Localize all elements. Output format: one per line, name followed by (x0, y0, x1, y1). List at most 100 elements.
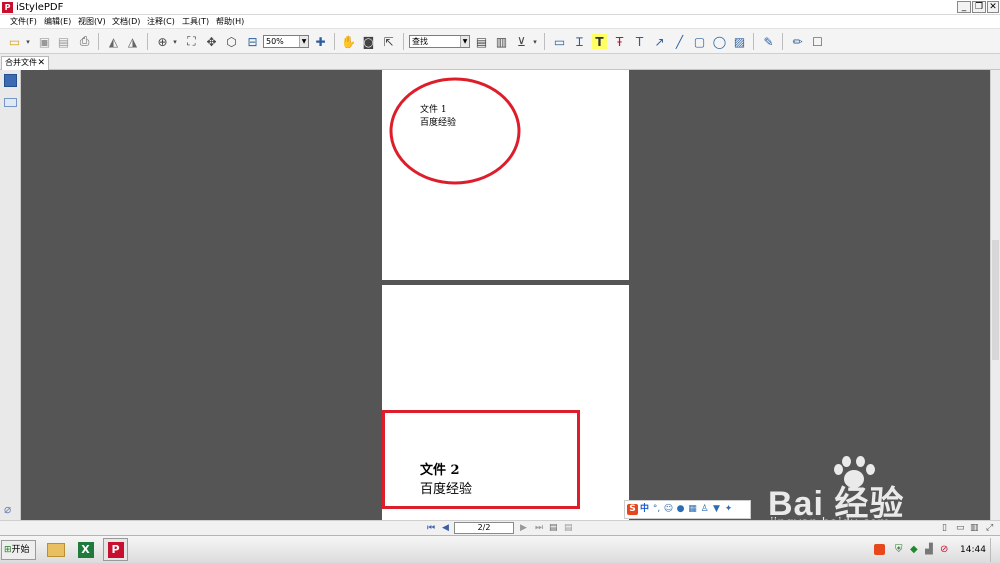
next-page-icon[interactable]: ▶ (520, 523, 527, 534)
comment-note-icon[interactable]: ▭ (552, 34, 567, 49)
tray-security-shield-icon[interactable]: ◆ (910, 544, 918, 555)
pdf-app-icon: P (107, 541, 124, 558)
menu-help[interactable]: 帮助(H) (216, 16, 244, 28)
edit-pen-icon[interactable]: ✏ (790, 34, 805, 49)
bookmark-panel-icon[interactable] (4, 74, 17, 87)
stamp-tool-icon[interactable]: ▨ (732, 34, 747, 49)
tab-merged-file[interactable]: 合并文件 ✕ (1, 56, 49, 70)
ime-mode-toggle[interactable]: 中 (639, 504, 650, 515)
window-title: iStylePDF (16, 2, 64, 13)
attachment-paperclip-icon[interactable]: ⌀ (4, 502, 11, 516)
fit-page-icon[interactable]: ⛶ (184, 34, 199, 49)
rotate-left-icon[interactable]: ◭ (106, 34, 121, 49)
menu-bar: 文件(F) 编辑(E) 视图(V) 文档(D) 注释(C) 工具(T) 帮助(H… (0, 15, 1000, 29)
two-page-view-icon[interactable]: ▥ (494, 34, 509, 49)
rectangle-tool-icon[interactable]: ▢ (692, 34, 707, 49)
vertical-scrollbar[interactable] (990, 70, 1000, 520)
tab-label: 合并文件 (5, 58, 37, 67)
tray-network-icon[interactable]: ⛨ (895, 544, 903, 555)
taskbar-excel[interactable]: X (73, 538, 98, 561)
menu-file[interactable]: 文件(F) (10, 16, 37, 28)
open-dropdown-arrow-icon[interactable]: ▾ (24, 34, 32, 49)
keyboard-icon[interactable]: ▦ (687, 504, 698, 515)
separator (782, 33, 783, 50)
fit-width-icon[interactable]: ✥ (204, 34, 219, 49)
tray-clock[interactable]: 14:44 (960, 545, 986, 555)
document-tab-strip: 合并文件 ✕ (0, 54, 1000, 70)
page-view-icon[interactable]: ▤ (474, 34, 489, 49)
rotate-right-icon[interactable]: ◮ (125, 34, 140, 49)
start-label: 开始 (11, 545, 30, 555)
filter-icon[interactable]: ⊻ (514, 34, 529, 49)
page2-title-text: 文件 2 (420, 463, 460, 478)
taskbar-explorer[interactable] (43, 538, 68, 561)
page-navigation-bar: ⏮ ◀ 2/2 ▶ ⏭ ▤ ▤ ▯ ▭ ▥ ⤢ (0, 520, 1000, 535)
previous-view-icon[interactable]: ▤ (549, 523, 558, 534)
first-page-icon[interactable]: ⏮ (427, 523, 435, 534)
facing-layout-icon[interactable]: ▥ (970, 523, 979, 534)
settings-wrench-icon[interactable]: ✦ (723, 504, 734, 515)
find-select[interactable]: 查找 ▼ (409, 35, 470, 48)
save-all-icon[interactable]: ▤ (56, 34, 71, 49)
next-view-icon[interactable]: ▤ (564, 523, 573, 534)
show-desktop-button[interactable] (990, 538, 999, 562)
zoom-plus-icon[interactable]: ✚ (313, 34, 328, 49)
skin-shirt-icon[interactable]: ▼ (711, 504, 722, 515)
os-taskbar: ⊞开始 X P ⛨ ◆ ▟ ⊘ 14:44 (0, 535, 1000, 563)
menu-edit[interactable]: 编辑(E) (44, 16, 71, 28)
actual-size-icon[interactable]: ⬡ (224, 34, 239, 49)
taskbar-istylepdf[interactable]: P (103, 538, 128, 561)
pdf-page-2: 文件 2 百度经验 (382, 285, 629, 520)
zoom-dropdown-arrow-icon[interactable]: ▾ (171, 34, 179, 49)
tray-ime-icon[interactable] (874, 544, 885, 555)
excel-icon: X (77, 541, 94, 558)
select-text-icon[interactable]: ⇱ (381, 34, 396, 49)
underline-text-icon[interactable]: T (632, 34, 647, 49)
snapshot-camera-icon[interactable]: ◙ (361, 34, 376, 49)
zoom-level-select[interactable]: 50% ▼ (263, 35, 309, 48)
start-button[interactable]: ⊞开始 (1, 540, 36, 560)
zoom-in-icon[interactable]: ⊕ (155, 34, 170, 49)
scrollbar-thumb[interactable] (992, 240, 999, 360)
open-folder-icon[interactable]: ▭ (7, 34, 22, 49)
highlight-text-icon[interactable]: T (592, 34, 607, 49)
menu-comment[interactable]: 注释(C) (147, 16, 175, 28)
zoom-out-icon[interactable]: ⊟ (245, 34, 260, 49)
sign-pen-icon[interactable]: ✎ (761, 34, 776, 49)
tab-close-icon[interactable]: ✕ (37, 57, 45, 69)
text-insert-icon[interactable]: Ɪ (572, 34, 587, 49)
continuous-layout-icon[interactable]: ▭ (956, 523, 965, 534)
find-value: 查找 (412, 37, 428, 46)
menu-document[interactable]: 文档(D) (112, 16, 140, 28)
form-edit-icon[interactable]: ☐ (810, 34, 825, 49)
restore-button[interactable]: ❐ (972, 1, 986, 13)
save-icon[interactable]: ▣ (37, 34, 52, 49)
menu-view[interactable]: 视图(V) (78, 16, 106, 28)
print-icon[interactable]: ⎙ (77, 34, 92, 49)
tray-power-icon[interactable]: ⊘ (940, 544, 948, 555)
ellipse-annotation[interactable] (382, 70, 629, 280)
thumbnail-panel-icon[interactable] (4, 98, 17, 107)
last-page-icon[interactable]: ⏭ (535, 523, 543, 534)
ellipse-tool-icon[interactable]: ◯ (712, 34, 727, 49)
hand-tool-icon[interactable]: ✋ (341, 34, 356, 49)
single-page-layout-icon[interactable]: ▯ (942, 523, 947, 534)
minimize-button[interactable]: _ (957, 1, 971, 13)
page-number-input[interactable]: 2/2 (454, 522, 514, 534)
microphone-icon[interactable]: ● (675, 504, 686, 515)
previous-page-icon[interactable]: ◀ (442, 523, 449, 534)
punctuation-icon[interactable]: °, (651, 504, 662, 515)
menu-tools[interactable]: 工具(T) (182, 16, 209, 28)
tray-signal-icon[interactable]: ▟ (925, 544, 933, 555)
arrow-tool-icon[interactable]: ↗ (652, 34, 667, 49)
close-button[interactable]: ✕ (987, 1, 999, 13)
separator (403, 33, 404, 50)
user-icon[interactable]: ♙ (699, 504, 710, 515)
filter-dropdown-arrow-icon[interactable]: ▾ (531, 34, 539, 49)
rectangle-annotation[interactable] (382, 410, 580, 509)
emoji-icon[interactable]: ☺ (663, 504, 674, 515)
chevron-down-icon: ▼ (460, 36, 469, 47)
line-tool-icon[interactable]: ╱ (672, 34, 687, 49)
full-screen-icon[interactable]: ⤢ (986, 523, 993, 534)
strikethrough-text-icon[interactable]: Ŧ (612, 34, 627, 49)
